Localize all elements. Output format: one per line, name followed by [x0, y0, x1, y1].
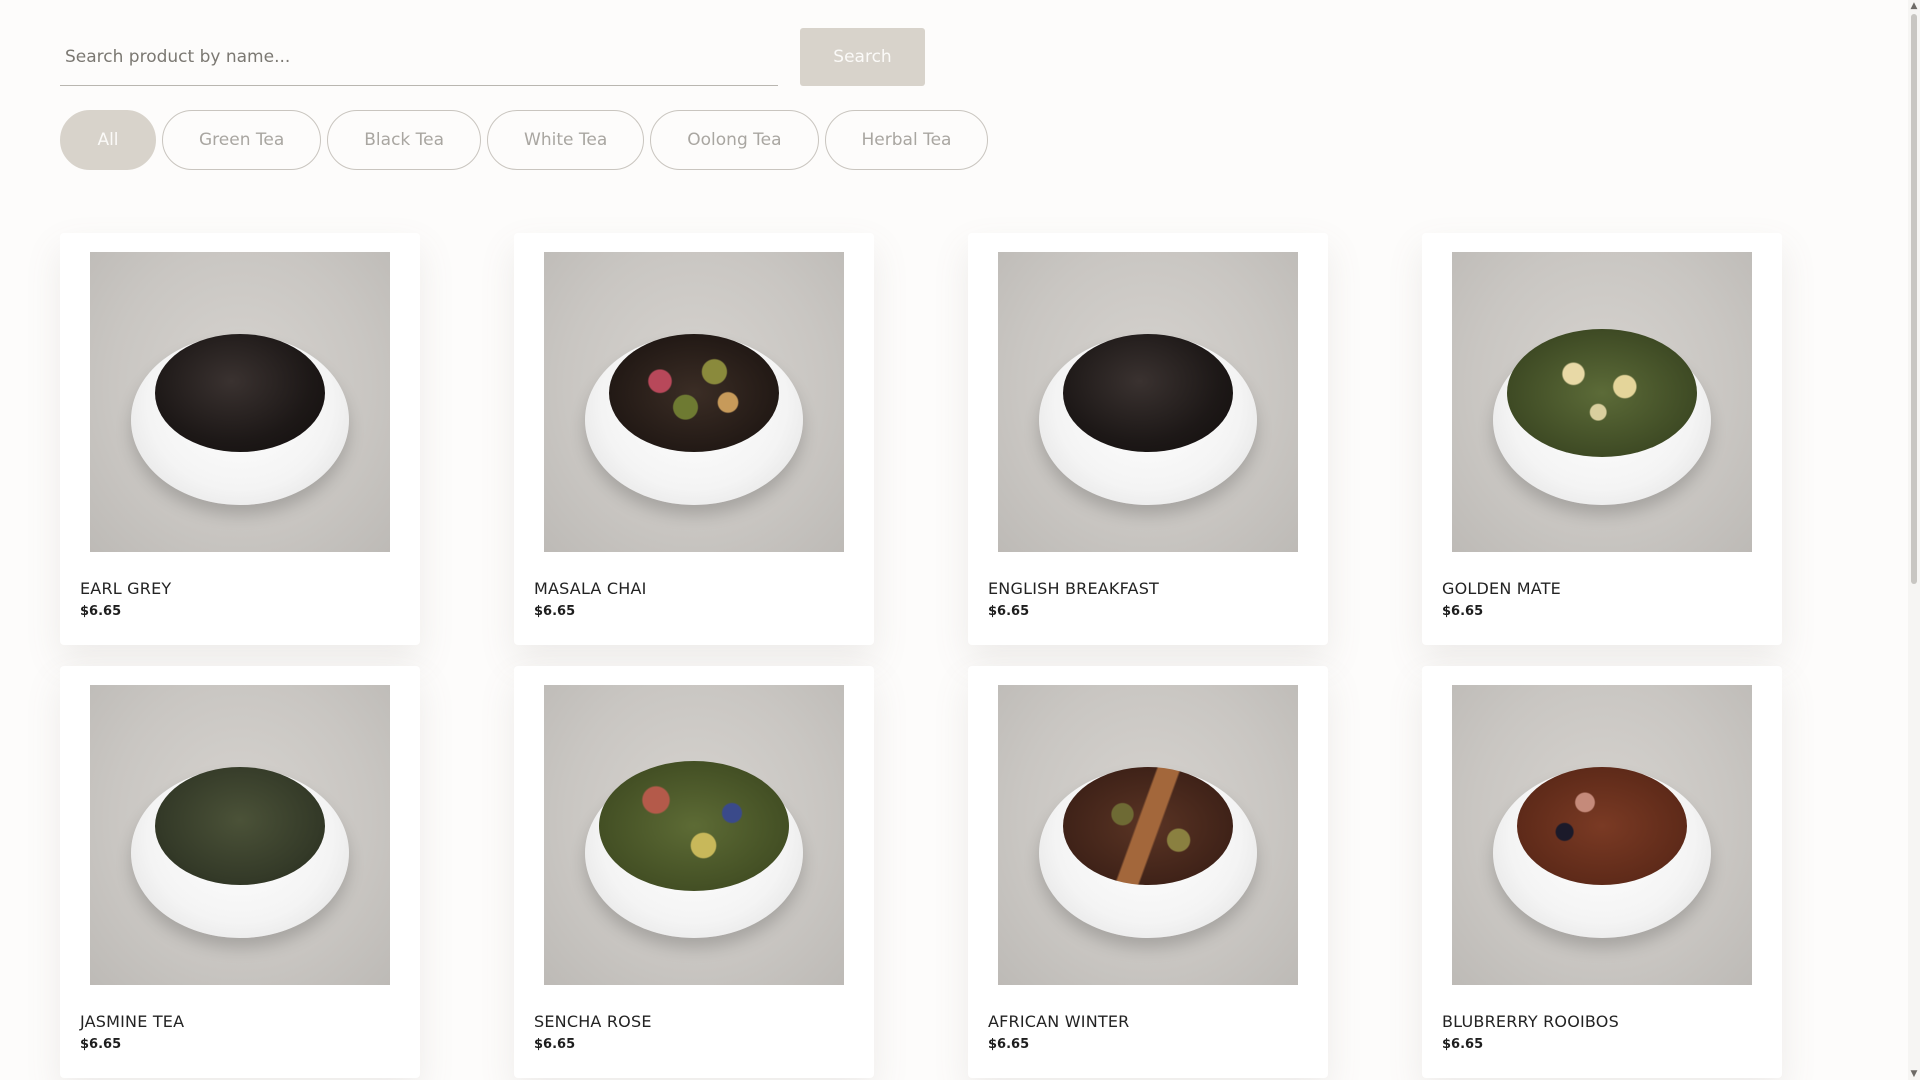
product-image[interactable]	[1452, 252, 1752, 552]
product-price: $6.65	[988, 1037, 1030, 1052]
tea-leaves	[1063, 334, 1233, 452]
tea-leaves	[1063, 767, 1233, 885]
product-grid: EARL GREY $6.65 MASALA CHAI $6.65 ENGLIS…	[60, 233, 1782, 1078]
product-image[interactable]	[90, 252, 390, 552]
product-price: $6.65	[80, 1037, 122, 1052]
filter-herbal-tea[interactable]: Herbal Tea	[824, 110, 989, 170]
scrollbar-thumb[interactable]	[1911, 14, 1917, 584]
product-price: $6.65	[1442, 604, 1484, 619]
product-card[interactable]: JASMINE TEA $6.65	[60, 666, 420, 1078]
product-card[interactable]: ENGLISH BREAKFAST $6.65	[968, 233, 1328, 645]
vertical-scrollbar[interactable]: ▲ ▼	[1908, 0, 1920, 1080]
tea-leaves	[155, 334, 325, 452]
product-name[interactable]: JASMINE TEA	[80, 1012, 184, 1031]
product-name[interactable]: SENCHA ROSE	[534, 1012, 652, 1031]
search-bar: Search	[60, 28, 925, 86]
search-button[interactable]: Search	[800, 28, 925, 86]
tea-leaves	[609, 334, 779, 452]
product-card[interactable]: BLUBRERRY ROOIBOS $6.65	[1422, 666, 1782, 1078]
product-image[interactable]	[544, 252, 844, 552]
product-name[interactable]: BLUBRERRY ROOIBOS	[1442, 1012, 1619, 1031]
product-card[interactable]: GOLDEN MATE $6.65	[1422, 233, 1782, 645]
product-name[interactable]: EARL GREY	[80, 579, 171, 598]
product-image[interactable]	[998, 252, 1298, 552]
product-name[interactable]: MASALA CHAI	[534, 579, 647, 598]
tea-leaves	[599, 761, 789, 891]
product-card[interactable]: EARL GREY $6.65	[60, 233, 420, 645]
filter-black-tea[interactable]: Black Tea	[327, 110, 482, 170]
product-name[interactable]: GOLDEN MATE	[1442, 579, 1561, 598]
product-price: $6.65	[988, 604, 1030, 619]
tea-leaves	[1507, 329, 1697, 457]
product-price: $6.65	[534, 604, 576, 619]
product-catalog-page: Search All Green Tea Black Tea White Tea…	[0, 0, 1920, 1080]
product-card[interactable]: MASALA CHAI $6.65	[514, 233, 874, 645]
product-card[interactable]: AFRICAN WINTER $6.65	[968, 666, 1328, 1078]
product-image[interactable]	[90, 685, 390, 985]
search-input[interactable]	[60, 28, 778, 86]
product-name[interactable]: AFRICAN WINTER	[988, 1012, 1129, 1031]
product-image[interactable]	[998, 685, 1298, 985]
filter-all[interactable]: All	[60, 110, 156, 170]
tea-leaves	[155, 767, 325, 885]
product-price: $6.65	[80, 604, 122, 619]
filter-green-tea[interactable]: Green Tea	[162, 110, 322, 170]
product-image[interactable]	[544, 685, 844, 985]
product-price: $6.65	[534, 1037, 576, 1052]
product-price: $6.65	[1442, 1037, 1484, 1052]
product-image[interactable]	[1452, 685, 1752, 985]
category-filters: All Green Tea Black Tea White Tea Oolong…	[60, 110, 994, 170]
chevron-down-icon[interactable]: ▼	[1908, 1068, 1920, 1080]
filter-white-tea[interactable]: White Tea	[487, 110, 645, 170]
tea-leaves	[1517, 767, 1687, 885]
chevron-up-icon[interactable]: ▲	[1908, 0, 1920, 12]
product-name[interactable]: ENGLISH BREAKFAST	[988, 579, 1159, 598]
filter-oolong-tea[interactable]: Oolong Tea	[650, 110, 819, 170]
product-card[interactable]: SENCHA ROSE $6.65	[514, 666, 874, 1078]
